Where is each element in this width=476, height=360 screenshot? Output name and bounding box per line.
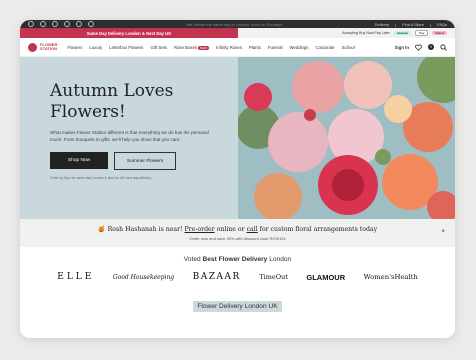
bazaar-logo: BAZAAR [192, 272, 241, 282]
linkedin-icon[interactable] [76, 21, 82, 27]
pinterest-icon[interactable] [52, 21, 58, 27]
promo-bar: Same Day Delivery London & Next Day UK A… [20, 28, 455, 38]
elle-logo: ELLE [57, 272, 95, 282]
nav-item-letterbox[interactable]: Letterbox Flowers [109, 45, 143, 50]
clearpay-badge: clearpay [393, 31, 412, 35]
pay-badge: Pay [415, 30, 429, 36]
tiktok-icon[interactable] [64, 21, 70, 27]
nav-item-gift-sets[interactable]: Gift Sets [150, 45, 166, 50]
bnpl-banner: Accepting Buy Now Pay Later clearpay Pay… [238, 28, 455, 38]
find-store-link[interactable]: Find A Store [402, 22, 424, 27]
delivery-message: We deliver the same day in London, even … [186, 21, 283, 27]
wishlist-heart-icon[interactable] [415, 44, 422, 51]
nav-actions: Sign In 0 [395, 43, 447, 51]
nav-item-infinity-roses[interactable]: Infinity Roses [216, 45, 242, 50]
utility-links: Delivery | Find A Store | FAQs [374, 21, 447, 27]
bnpl-label: Accepting Buy Now Pay Later [342, 31, 390, 35]
voted-heading: Voted Best Flower Delivery London [183, 256, 292, 263]
top-utility-bar: We deliver the same day in London, even … [20, 20, 455, 28]
main-navigation: FLOWER STATION Flowers Luxury Letterbox … [20, 38, 455, 57]
logo-line-2: STATION [40, 46, 57, 51]
nav-item-school[interactable]: School [342, 45, 355, 50]
delivery-link[interactable]: Delivery [375, 22, 389, 27]
nav-item-weddings[interactable]: Weddings [289, 45, 308, 50]
new-badge: NEW [198, 45, 210, 50]
rose-logo-icon [28, 42, 37, 52]
hero-copy: Autumn Loves Flowers! What makes Flower … [50, 81, 210, 180]
menu-items: Flowers Luxury Letterbox Flowers Gift Se… [67, 45, 394, 50]
nav-item-luxury[interactable]: Luxury [89, 45, 102, 50]
nav-item-flowers[interactable]: Flowers [67, 45, 82, 50]
site-logo[interactable]: FLOWER STATION [28, 42, 57, 52]
instagram-icon[interactable] [28, 21, 34, 27]
close-icon[interactable]: × [441, 229, 445, 235]
pre-order-link[interactable]: Pre-order [185, 226, 215, 233]
nav-item-corporate[interactable]: Corporate [315, 45, 334, 50]
good-housekeeping-logo: Good Housekeeping [112, 273, 175, 281]
womens-health-logo: Women'sHealth [363, 273, 418, 281]
footer-tag-wrapper: Flower Delivery London UK [20, 301, 455, 312]
hero-description: What makes Flower Station different is t… [50, 130, 209, 142]
delivery-cutoff-note: Order by 5pm for same day London & 3pm f… [50, 176, 152, 180]
rosh-hashanah-notice: 🍯 Rosh Hashanah is near! Pre-order onlin… [20, 219, 455, 247]
facebook-icon[interactable] [40, 21, 46, 27]
search-icon[interactable] [440, 43, 447, 51]
press-logos: ELLE Good Housekeeping BAZAAR TimeOut GL… [20, 272, 455, 282]
flower-bouquet-image [238, 57, 455, 219]
faqs-link[interactable]: FAQs [437, 22, 447, 27]
hero-buttons: Shop Now Summer Flowers [50, 152, 210, 170]
email-icon[interactable] [88, 21, 94, 27]
glamour-logo: GLAMOUR [306, 272, 346, 282]
honey-pot-icon: 🍯 [97, 226, 106, 233]
nav-item-plants[interactable]: Plants [249, 45, 261, 50]
nav-item-rose-boxes[interactable]: Rose Boxes NEW [174, 45, 210, 50]
shop-now-button[interactable]: Shop Now [50, 152, 108, 169]
browser-frame: We deliver the same day in London, even … [20, 20, 455, 338]
basket-count: 0 [430, 45, 432, 49]
basket-icon[interactable]: 0 [428, 44, 434, 50]
notice-discount-text: Order now and save 30% with discount cod… [189, 236, 286, 241]
hero-title: Autumn Loves Flowers! [50, 81, 174, 122]
summer-flowers-button[interactable]: Summer Flowers [114, 152, 176, 170]
hero-banner: Autumn Loves Flowers! What makes Flower … [20, 57, 455, 219]
timeout-logo: TimeOut [259, 273, 288, 281]
social-links [28, 21, 94, 27]
notice-headline: 🍯 Rosh Hashanah is near! Pre-order onlin… [97, 226, 378, 233]
same-day-delivery-banner[interactable]: Same Day Delivery London & Next Day UK [20, 28, 238, 38]
flower-delivery-london-tag: Flower Delivery London UK [193, 301, 282, 312]
call-link[interactable]: call [247, 226, 258, 233]
nav-item-funeral[interactable]: Funeral [268, 45, 283, 50]
klarna-badge: Klarna [432, 31, 447, 35]
sign-in-link[interactable]: Sign In [395, 45, 409, 50]
